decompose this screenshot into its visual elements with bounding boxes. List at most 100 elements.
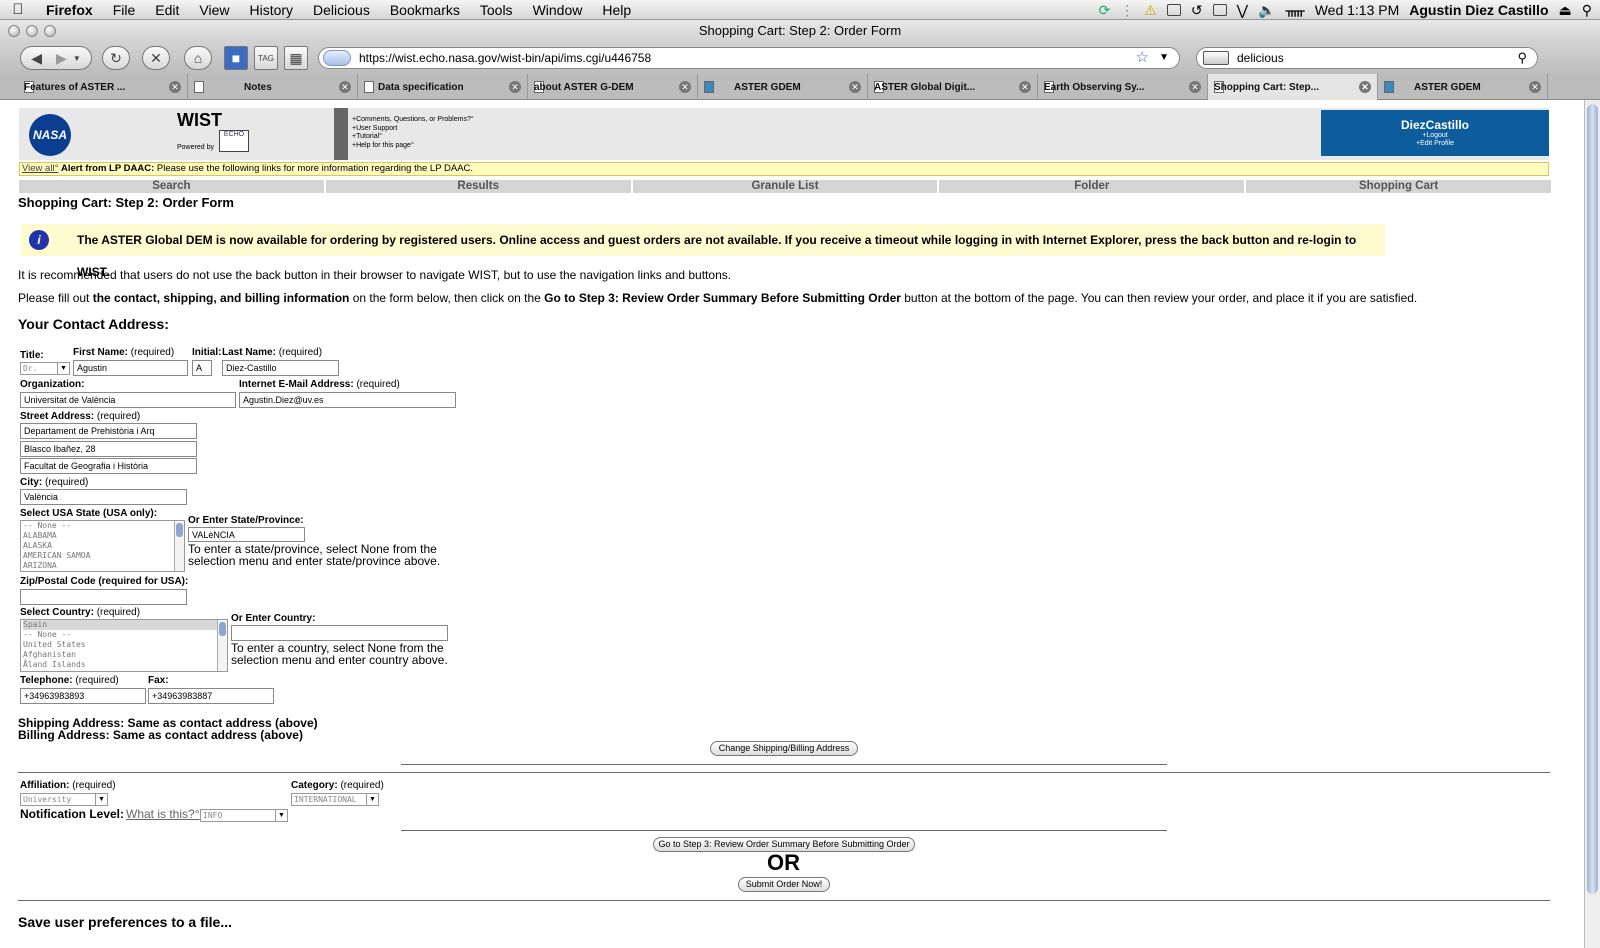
url-bar[interactable]: https://wist.echo.nasa.gov/wist-bin/api/… — [318, 47, 1180, 69]
title-select[interactable]: Dr. ▼ — [20, 362, 70, 375]
delicious-button[interactable]: ▦ — [284, 46, 308, 70]
submit-order-button[interactable]: Submit Order Now! — [738, 877, 830, 892]
clock[interactable]: Wed 1:13 PM — [1315, 2, 1400, 18]
province-field[interactable]: VALèNCIA — [188, 527, 305, 542]
nav-results[interactable]: Results — [325, 180, 631, 193]
reload-button[interactable]: ↻ — [102, 46, 130, 70]
state-option[interactable]: ALABAMA — [23, 531, 184, 541]
close-window-icon[interactable] — [8, 25, 20, 37]
minimize-window-icon[interactable] — [26, 25, 38, 37]
state-option[interactable]: AMERICAN SAMOA — [23, 551, 184, 561]
country-listbox[interactable]: Spain -- None -- United States Afghanist… — [20, 619, 228, 672]
home-button[interactable]: ⌂ — [184, 46, 212, 70]
country-option[interactable]: Åland Islands — [23, 660, 227, 670]
zip-field[interactable] — [20, 589, 187, 605]
edit-profile-link[interactable]: +Edit Profile — [1321, 140, 1549, 148]
menu-history[interactable]: History — [239, 0, 303, 20]
tab-data-specification[interactable]: Data specification ✕ — [358, 74, 528, 100]
forward-icon[interactable]: ▶ — [56, 50, 67, 67]
zoom-window-icon[interactable] — [44, 25, 56, 37]
logout-link[interactable]: +Logout — [1321, 132, 1549, 140]
save-preferences-heading[interactable]: Save user preferences to a file... — [18, 914, 232, 930]
nav-search[interactable]: Search — [19, 180, 324, 193]
vertical-scrollbar[interactable] — [1584, 100, 1600, 948]
back-icon[interactable]: ◀ — [31, 50, 42, 67]
close-tab-icon[interactable]: ✕ — [509, 81, 521, 93]
menu-help[interactable]: Help — [592, 0, 641, 20]
scrollbar-thumb[interactable] — [1587, 104, 1598, 894]
menu-file[interactable]: File — [103, 0, 146, 20]
listbox-scrollbar[interactable] — [174, 521, 184, 571]
menu-delicious[interactable]: Delicious — [303, 0, 380, 20]
spotlight-icon[interactable]: ⚲ — [1582, 2, 1592, 19]
spaces-icon[interactable] — [1166, 4, 1181, 16]
tab-notes[interactable]: Notes ✕ — [188, 74, 358, 100]
close-tab-icon[interactable]: ✕ — [339, 81, 351, 93]
scrollbar-thumb[interactable] — [219, 622, 226, 636]
street-field-1[interactable]: Departament de Prehistòria i Arq — [20, 423, 197, 439]
close-tab-icon[interactable]: ✕ — [1529, 81, 1541, 93]
street-field-3[interactable]: Facultat de Geografia i Història — [20, 458, 197, 474]
fax-field[interactable]: +34963983887 — [148, 688, 274, 704]
menu-window[interactable]: Window — [523, 0, 593, 20]
link-user-support[interactable]: +User Support — [352, 125, 484, 134]
apple-menu-icon[interactable]:  — [0, 1, 36, 18]
listbox-scrollbar[interactable] — [217, 620, 227, 671]
state-option[interactable]: -- None -- — [23, 521, 184, 531]
menu-view[interactable]: View — [189, 0, 239, 20]
wifi-icon[interactable]: ⋁ — [1237, 2, 1248, 19]
last-name-field[interactable]: Diez-Castillo — [222, 360, 339, 376]
state-option[interactable]: ALASKA — [23, 541, 184, 551]
close-tab-icon[interactable]: ✕ — [1189, 81, 1201, 93]
telephone-field[interactable]: +34963983893 — [20, 688, 146, 704]
search-icon[interactable]: ⚲ — [1517, 48, 1527, 68]
state-option[interactable]: ARIZONA — [23, 561, 184, 571]
close-tab-icon[interactable]: ✕ — [1359, 81, 1371, 93]
bookmark-star-icon[interactable]: ☆ — [1136, 48, 1149, 68]
organization-field[interactable]: Universitat de València — [20, 392, 236, 408]
eject-icon[interactable]: ⏏ — [1559, 2, 1572, 19]
warning-icon[interactable]: ⚠ — [1144, 2, 1157, 19]
menu-bookmarks[interactable]: Bookmarks — [380, 0, 470, 20]
menu-app-firefox[interactable]: Firefox — [36, 0, 103, 20]
close-tab-icon[interactable]: ✕ — [849, 81, 861, 93]
menu-tools[interactable]: Tools — [470, 0, 523, 20]
country-option[interactable]: -- None -- — [23, 630, 227, 640]
time-machine-icon[interactable]: ↺ — [1191, 2, 1203, 19]
tab-aster-global-digit[interactable]: ASTER Global Digit... ✕ — [868, 74, 1038, 100]
link-help-page[interactable]: +Help for this page° — [352, 142, 484, 151]
view-all-link[interactable]: View all° — [22, 163, 58, 174]
scrollbar-thumb[interactable] — [176, 523, 183, 537]
menu-edit[interactable]: Edit — [145, 0, 189, 20]
search-box[interactable]: delicious ⚲ — [1196, 47, 1538, 69]
country-option[interactable]: Afghanistan — [23, 650, 227, 660]
nav-granule-list[interactable]: Granule List — [632, 180, 938, 193]
tab-about-aster-gdem[interactable]: about ASTER G-DEM ✕ — [528, 74, 698, 100]
email-field[interactable]: Agustin.Diez@uv.es — [239, 392, 456, 408]
search-engine-icon[interactable] — [1203, 51, 1229, 65]
country-field[interactable] — [231, 625, 448, 641]
category-select[interactable]: INTERNATIONAL ▼ — [291, 793, 379, 806]
tab-features-aster[interactable]: Features of ASTER ... ✕ — [18, 74, 188, 100]
city-field[interactable]: València — [20, 489, 187, 505]
nav-shopping-cart[interactable]: Shopping Cart — [1246, 180, 1551, 193]
close-tab-icon[interactable]: ✕ — [1019, 81, 1031, 93]
site-identity-icon[interactable] — [323, 50, 351, 66]
wist-logo[interactable]: WIST — [177, 110, 222, 131]
tab-shopping-cart[interactable]: Shopping Cart: Step... ✕ — [1208, 74, 1378, 100]
country-option-selected[interactable]: Spain — [23, 620, 227, 630]
history-dropdown-icon[interactable]: ▼ — [73, 54, 81, 63]
initial-field[interactable]: A — [192, 360, 212, 376]
link-comments[interactable]: +Comments, Questions, or Problems?° — [352, 116, 484, 125]
close-tab-icon[interactable]: ✕ — [169, 81, 181, 93]
what-is-this-link[interactable]: What is this?° — [126, 807, 200, 821]
nasa-logo[interactable]: NASA — [29, 114, 71, 156]
sync-icon[interactable]: ⟳ — [1099, 2, 1111, 19]
first-name-field[interactable]: Agustin — [73, 360, 188, 376]
link-tutorial[interactable]: +Tutorial° — [352, 133, 484, 142]
bluetooth-icon[interactable]: ᚅ — [1286, 2, 1305, 19]
display-icon[interactable] — [1212, 4, 1227, 16]
url-dropdown-icon[interactable]: ▼ — [1159, 48, 1169, 68]
volume-icon[interactable]: 🔈 — [1258, 2, 1275, 19]
tab-earth-observing[interactable]: Earth Observing Sy... ✕ — [1038, 74, 1208, 100]
